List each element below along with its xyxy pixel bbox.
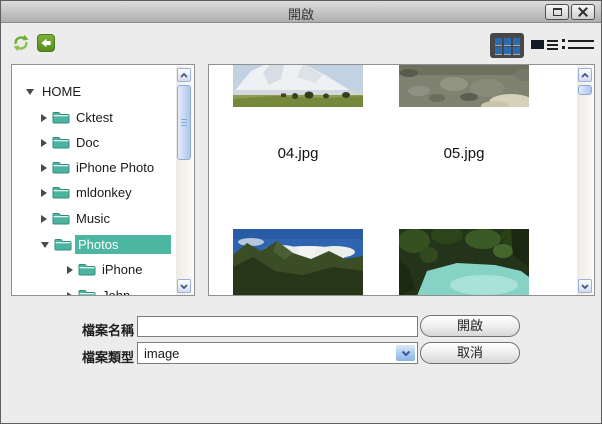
tree-scrollbar[interactable] [176,66,193,295]
file-item-04jpg[interactable]: 04.jpg [233,65,363,107]
snow-mountain-thumbnail [233,65,363,107]
open-dialog-window: 開啟 HOME [0,0,602,424]
refresh-icon [12,34,30,52]
chevron-up-icon [581,73,589,78]
tree-item-photos-selected[interactable]: Photos [41,234,171,255]
close-icon [578,7,588,17]
scroll-down-button[interactable] [578,279,592,293]
filename-label: 檔案名稱 [82,320,134,339]
detail-list-view-icon [562,39,595,42]
chevron-down-icon [581,284,589,289]
folder-tree-panel: HOME Cktest Doc iPhone Photo mldonkey Mu… [11,64,195,296]
tree-item-label: Doc [73,133,102,152]
tree-item-label: Music [73,209,113,228]
tree-item-doc[interactable]: Doc [41,132,102,153]
folder-icon [52,212,70,225]
back-arrow-icon [39,36,53,50]
chevron-down-icon [401,350,411,357]
chevron-up-icon [180,73,188,78]
filetype-select[interactable]: image [137,342,418,364]
file-item-05jpg[interactable]: 05.jpg [399,65,529,107]
tree-item-mldonkey[interactable]: mldonkey [41,182,135,203]
folder-icon [52,186,70,199]
list-view-icon [531,40,544,49]
file-name-label: 05.jpg [399,145,529,162]
close-button[interactable] [571,4,595,20]
expand-arrow-icon[interactable] [67,292,73,297]
green-ridge-thumbnail [233,229,363,296]
open-button[interactable]: 開啟 [420,315,520,337]
expand-arrow-icon[interactable] [41,114,47,122]
tree-item-iphone-photo[interactable]: iPhone Photo [41,157,157,178]
tree-item-label: HOME [39,82,84,101]
tree-item-label: Cktest [73,108,116,127]
expand-arrow-icon[interactable] [41,139,47,147]
expand-arrow-icon[interactable] [41,164,47,172]
maximize-button[interactable] [545,4,569,20]
tree-item-label-selected: Photos [75,235,171,254]
filetype-label: 檔案類型 [82,347,134,366]
cancel-button[interactable]: 取消 [420,342,520,364]
expand-arrow-icon[interactable] [41,215,47,223]
file-item-crater-lake[interactable] [399,229,529,296]
scroll-up-button[interactable] [578,68,592,82]
maximize-icon [553,8,562,16]
tree-item-cktest[interactable]: Cktest [41,107,116,128]
collapse-arrow-icon[interactable] [41,242,49,248]
tree-item-iphone[interactable]: iPhone [67,259,145,280]
rocky-stream-thumbnail [399,65,529,107]
view-list-button[interactable] [531,39,561,51]
tree-item-label: iPhone Photo [73,158,157,177]
file-thumbnails-panel: 04.jpg 05.jpg [208,64,595,296]
crater-lake-thumbnail [399,229,529,296]
filename-input[interactable] [137,316,418,337]
title-bar[interactable]: 開啟 [1,1,601,23]
folder-icon [78,263,96,276]
collapse-arrow-icon[interactable] [26,89,34,95]
tree-scrollbar-thumb[interactable] [177,85,191,160]
back-button[interactable] [37,34,55,52]
files-scrollbar[interactable] [577,66,593,295]
chevron-down-icon [180,284,188,289]
tree-item-label: iPhone [99,260,145,279]
expand-arrow-icon[interactable] [41,189,47,197]
refresh-button[interactable] [12,34,30,52]
tree-item-john[interactable]: John [67,285,133,296]
combo-dropdown-button[interactable] [396,345,415,361]
folder-icon [52,111,70,124]
tree-item-home[interactable]: HOME [26,81,84,102]
folder-icon [54,238,72,251]
file-name-label: 04.jpg [233,145,363,162]
tree-item-label: John [99,286,133,296]
folder-icon [78,289,96,296]
view-thumbnail-grid-button[interactable] [490,33,524,58]
grid-view-icon [495,38,502,45]
scroll-up-button[interactable] [177,68,191,82]
tree-item-music[interactable]: Music [41,208,113,229]
scroll-down-button[interactable] [177,279,191,293]
file-item-green-ridge[interactable] [233,229,363,296]
tree-item-label: mldonkey [73,183,135,202]
folder-icon [52,161,70,174]
files-scrollbar-thumb[interactable] [578,85,592,95]
view-detail-list-button[interactable] [562,39,595,50]
expand-arrow-icon[interactable] [67,266,73,274]
filetype-selected-value: image [144,346,179,361]
window-title: 開啟 [1,4,601,23]
folder-icon [52,136,70,149]
